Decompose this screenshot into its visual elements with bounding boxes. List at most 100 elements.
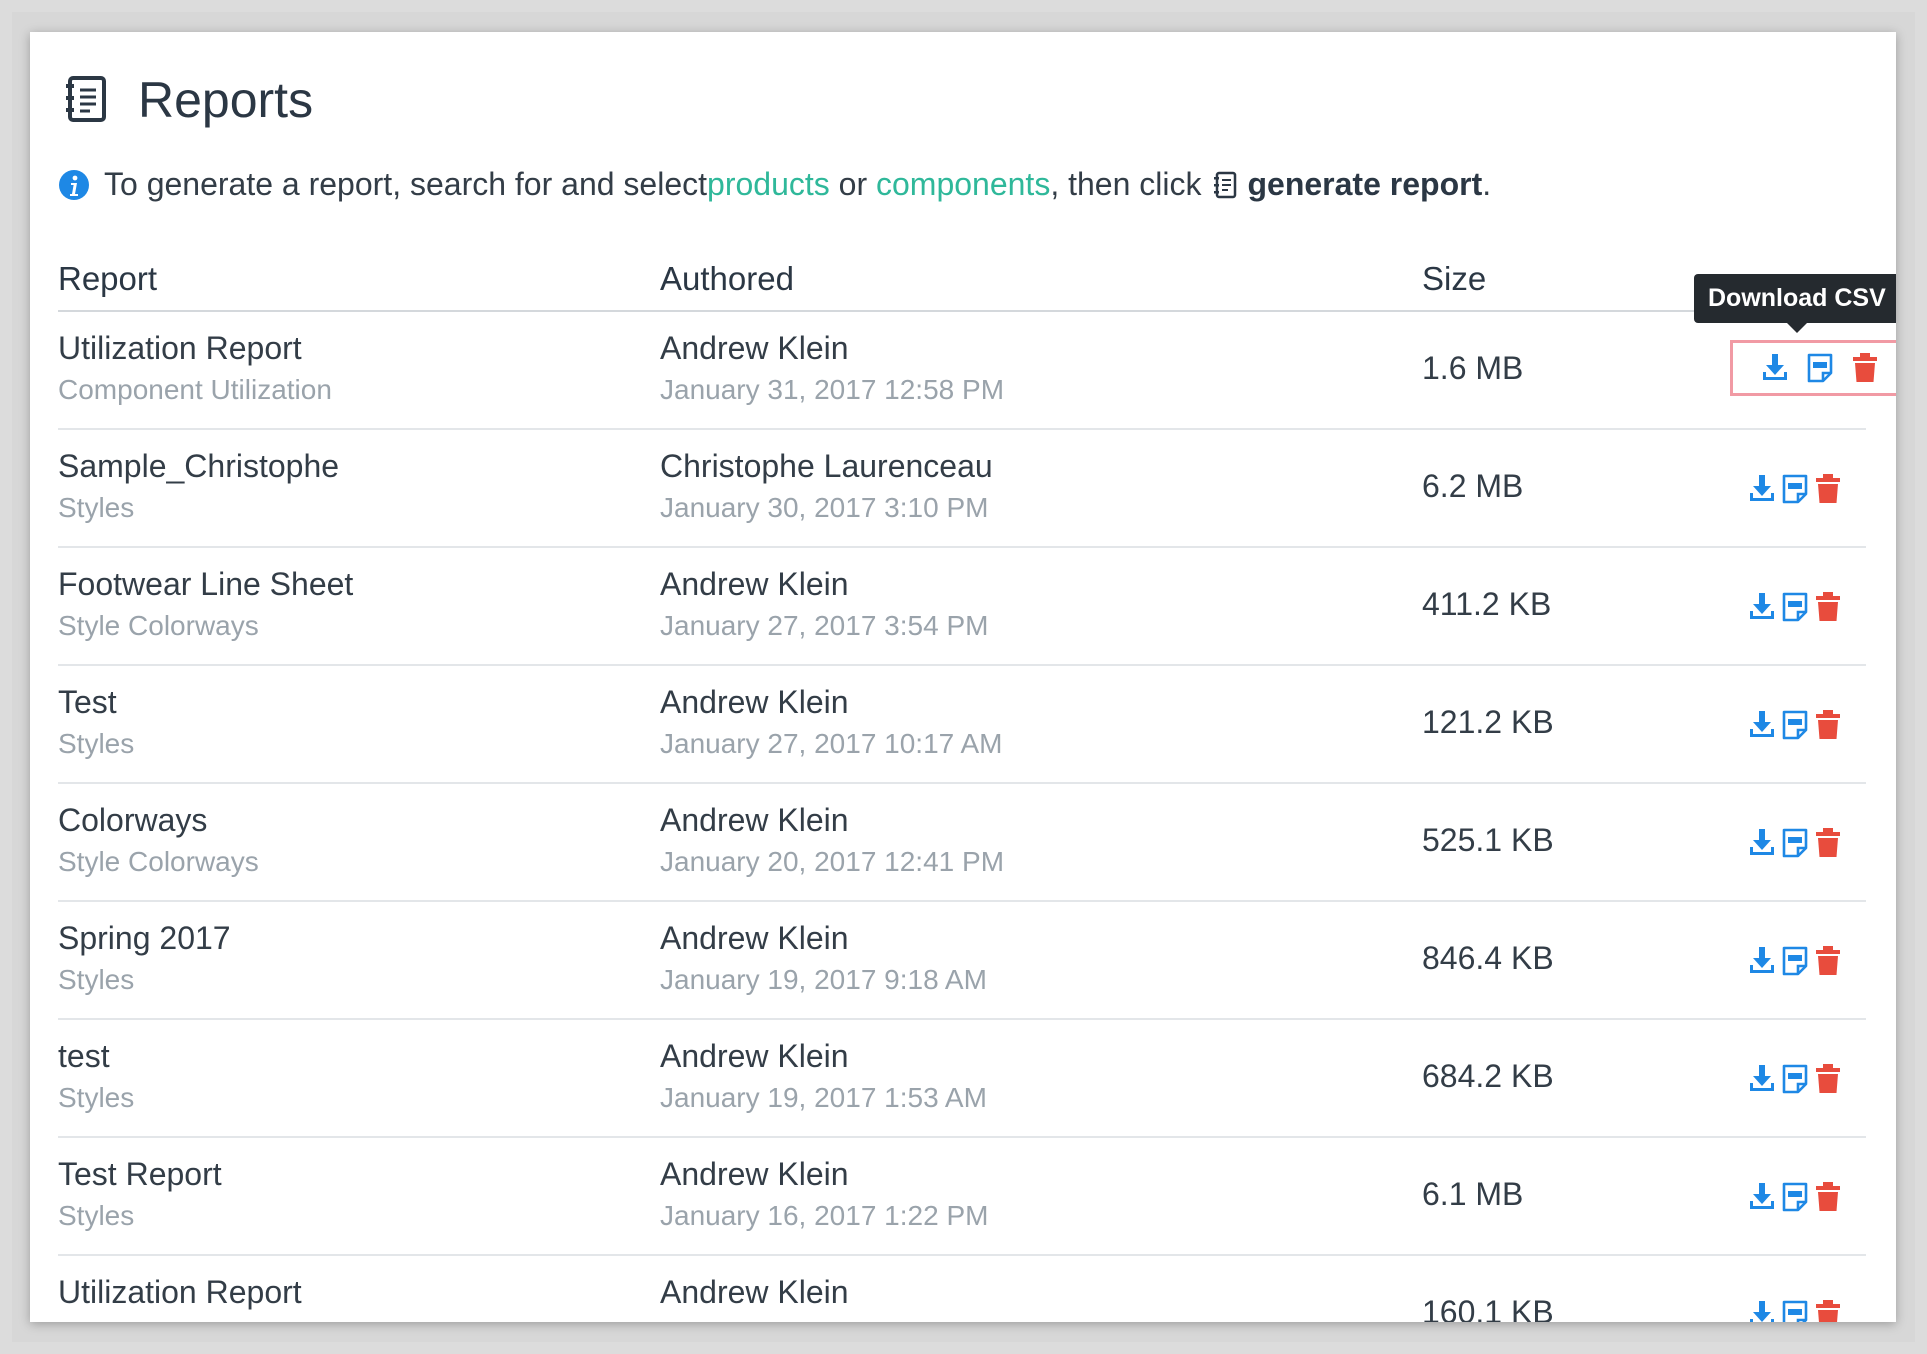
report-type: Styles: [58, 728, 135, 759]
csv-icon[interactable]: [1781, 1299, 1809, 1322]
report-author: Andrew Klein: [660, 1274, 849, 1310]
row-actions: [1736, 1290, 1854, 1322]
report-date: January 16, 2017 1:21 PM: [660, 1318, 988, 1322]
trash-icon[interactable]: [1814, 473, 1842, 505]
table-row: Test Report Styles Andrew Klein January …: [58, 1138, 1866, 1256]
report-author: Andrew Klein: [660, 1156, 849, 1192]
report-date: January 30, 2017 3:10 PM: [660, 492, 989, 523]
row-actions: [1736, 818, 1854, 868]
report-date: January 16, 2017 1:22 PM: [660, 1200, 989, 1231]
csv-icon[interactable]: [1806, 352, 1834, 384]
report-type: Styles: [58, 964, 135, 995]
generate-hint: To generate a report, search for and sel…: [58, 166, 1876, 203]
report-author: Andrew Klein: [660, 1038, 849, 1074]
report-name[interactable]: Footwear Line Sheet: [58, 566, 353, 603]
report-type: Style Colorways: [58, 846, 259, 877]
report-date: January 19, 2017 1:53 AM: [660, 1082, 987, 1113]
download-icon[interactable]: [1748, 473, 1776, 505]
generate-report-label: generate report: [1247, 166, 1483, 202]
report-type: Styles: [58, 1082, 135, 1113]
csv-icon[interactable]: [1781, 473, 1809, 505]
row-actions: [1736, 464, 1854, 514]
download-icon[interactable]: [1748, 1299, 1776, 1322]
report-date: January 31, 2017 12:58 PM: [660, 374, 1005, 405]
table-row: Utilization Report Component Utilization…: [58, 1256, 1866, 1322]
reports-table: Report Authored Size Utilization Report …: [58, 254, 1896, 1322]
products-link[interactable]: products: [707, 166, 830, 203]
download-icon[interactable]: [1748, 709, 1776, 741]
report-date: January 27, 2017 10:17 AM: [660, 728, 1003, 759]
csv-icon[interactable]: [1781, 827, 1809, 859]
generate-report-icon: [1214, 171, 1237, 198]
report-size: 525.1 KB: [1422, 822, 1554, 858]
csv-icon[interactable]: [1781, 1063, 1809, 1095]
download-icon[interactable]: [1761, 352, 1789, 384]
trash-icon[interactable]: [1814, 1181, 1842, 1213]
report-type: Component Utilization: [58, 1318, 332, 1322]
report-icon: [66, 76, 106, 122]
download-icon[interactable]: [1748, 1063, 1776, 1095]
download-icon[interactable]: [1748, 945, 1776, 977]
table-header: Report Authored Size: [58, 254, 1866, 312]
hint-suffix: , then click: [1050, 166, 1202, 202]
report-name[interactable]: Test Report: [58, 1156, 222, 1193]
table-row: Sample_Christophe Styles Christophe Laur…: [58, 430, 1866, 548]
download-icon[interactable]: [1748, 1181, 1776, 1213]
hint-middle: or: [829, 166, 876, 202]
row-actions: [1736, 582, 1854, 632]
csv-icon[interactable]: [1781, 945, 1809, 977]
trash-icon[interactable]: [1851, 352, 1879, 384]
report-type: Styles: [58, 1200, 135, 1231]
table-row: Footwear Line Sheet Style Colorways Andr…: [58, 548, 1866, 666]
report-author: Andrew Klein: [660, 330, 849, 366]
table-row: Spring 2017 Styles Andrew Klein January …: [58, 902, 1866, 1020]
report-size: 121.2 KB: [1422, 704, 1554, 740]
report-date: January 20, 2017 12:41 PM: [660, 846, 1005, 877]
row-actions: [1736, 936, 1854, 986]
download-icon[interactable]: [1748, 591, 1776, 623]
report-name[interactable]: Utilization Report: [58, 1274, 302, 1311]
row-actions: [1736, 1172, 1854, 1222]
download-icon[interactable]: [1748, 827, 1776, 859]
report-name[interactable]: Sample_Christophe: [58, 448, 339, 485]
report-size: 846.4 KB: [1422, 940, 1554, 976]
csv-icon[interactable]: [1781, 709, 1809, 741]
report-name[interactable]: Utilization Report: [58, 330, 302, 367]
trash-icon[interactable]: [1814, 1063, 1842, 1095]
table-row: Test Styles Andrew Klein January 27, 201…: [58, 666, 1866, 784]
row-actions: [1730, 340, 1896, 396]
hint-prefix: To generate a report, search for and sel…: [104, 166, 708, 202]
report-date: January 19, 2017 9:18 AM: [660, 964, 987, 995]
report-author: Christophe Laurenceau: [660, 448, 993, 484]
report-author: Andrew Klein: [660, 684, 849, 720]
report-name[interactable]: Spring 2017: [58, 920, 231, 957]
report-name[interactable]: Test: [58, 684, 117, 721]
trash-icon[interactable]: [1814, 1299, 1842, 1322]
page-title: Reports: [138, 72, 314, 128]
page-header: Reports: [64, 70, 313, 130]
header-report: Report: [58, 260, 158, 297]
header-size: Size: [1422, 260, 1487, 297]
trash-icon[interactable]: [1814, 827, 1842, 859]
report-date: January 27, 2017 3:54 PM: [660, 610, 989, 641]
csv-icon[interactable]: [1781, 1181, 1809, 1213]
header-authored: Authored: [660, 260, 794, 297]
report-name[interactable]: Colorways: [58, 802, 207, 839]
report-size: 6.1 MB: [1422, 1176, 1524, 1212]
trash-icon[interactable]: [1814, 591, 1842, 623]
report-size: 411.2 KB: [1422, 586, 1552, 622]
trash-icon[interactable]: [1814, 945, 1842, 977]
info-icon: [59, 169, 89, 200]
report-author: Andrew Klein: [660, 920, 849, 956]
components-link[interactable]: components: [876, 166, 1050, 203]
report-size: 1.6 MB: [1422, 350, 1524, 386]
trash-icon[interactable]: [1814, 709, 1842, 741]
report-type: Component Utilization: [58, 374, 332, 405]
report-name[interactable]: test: [58, 1038, 110, 1075]
report-size: 160.1 KB: [1422, 1294, 1554, 1322]
table-row: Colorways Style Colorways Andrew Klein J…: [58, 784, 1866, 902]
csv-icon[interactable]: [1781, 591, 1809, 623]
download-csv-tooltip: Download CSV: [1694, 274, 1896, 333]
row-actions: [1736, 1054, 1854, 1104]
report-author: Andrew Klein: [660, 566, 849, 602]
